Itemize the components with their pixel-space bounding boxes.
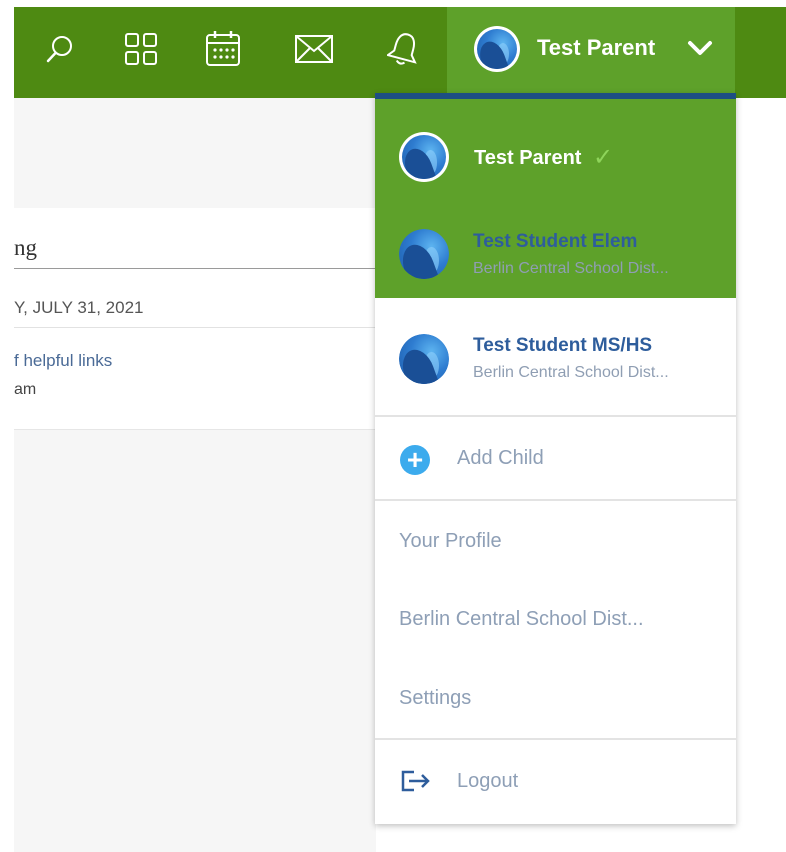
student-name: Test Student MS/HS <box>473 335 653 356</box>
card-divider <box>14 327 376 328</box>
user-menu-toggle[interactable]: Test Parent <box>447 7 735 93</box>
checkmark-icon: ✓ <box>593 144 614 171</box>
apps-grid-icon[interactable] <box>111 7 171 91</box>
student-district: Berlin Central School Dist... <box>473 260 669 277</box>
card-heading: ng <box>14 235 37 260</box>
student-district: Berlin Central School Dist... <box>473 364 669 381</box>
account-item-student-mshs[interactable]: Test Student MS/HS Berlin Central School… <box>375 309 736 413</box>
event-time: am <box>14 381 37 398</box>
user-dropdown-menu: Test Parent ✓ Test Student Elem Berlin C… <box>375 93 736 824</box>
add-child-link[interactable]: Add Child <box>457 447 544 470</box>
chevron-down-icon <box>687 39 713 62</box>
helpful-links-link[interactable]: f helpful links <box>14 351 112 371</box>
bell-icon[interactable] <box>374 7 434 91</box>
card-divider <box>14 268 376 269</box>
divider <box>375 415 736 417</box>
avatar <box>399 229 449 279</box>
account-item-student-elem[interactable]: Test Student Elem Berlin Central School … <box>375 205 736 309</box>
settings-link[interactable]: Settings <box>399 687 471 710</box>
your-profile-link[interactable]: Your Profile <box>399 530 502 553</box>
avatar <box>399 334 449 384</box>
card-date: Y, JULY 31, 2021 <box>14 298 144 317</box>
plus-circle-icon[interactable]: + <box>400 445 430 475</box>
card-divider <box>14 429 376 430</box>
logout-icon[interactable] <box>400 769 432 798</box>
calendar-icon[interactable] <box>193 7 253 91</box>
divider <box>375 738 736 740</box>
event-card <box>14 208 376 430</box>
user-name: Test Parent <box>537 35 656 60</box>
district-link[interactable]: Berlin Central School Dist... <box>399 608 644 631</box>
avatar <box>399 132 449 182</box>
logout-link[interactable]: Logout <box>457 770 518 793</box>
student-name: Test Student Elem <box>473 231 638 252</box>
mail-icon[interactable] <box>284 7 344 91</box>
divider <box>375 499 736 501</box>
avatar <box>474 26 520 72</box>
active-account-name: Test Parent <box>474 147 582 169</box>
search-icon[interactable] <box>30 7 90 91</box>
